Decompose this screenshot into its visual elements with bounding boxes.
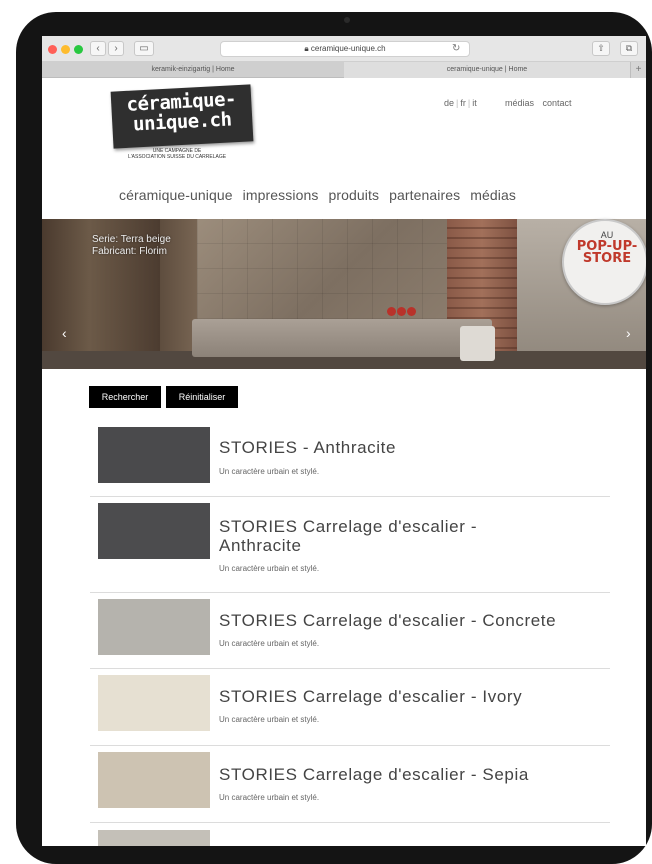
hero-caption: Serie: Terra beige Fabricant: Florim (92, 234, 171, 257)
search-button[interactable]: Rechercher (89, 386, 161, 408)
product-title[interactable]: STORIES Carrelage d'escalier - Anthracit… (219, 517, 477, 555)
nav-produits[interactable]: produits (328, 187, 379, 203)
browser-tab-bar: keramik-einzigartig | Home ceramique-uni… (42, 62, 646, 78)
product-description: Un caractère urbain et stylé. (219, 715, 320, 724)
product-title[interactable]: STORIES Carrelage d'escalier - Ivory (219, 687, 522, 706)
reset-button[interactable]: Réinitialiser (166, 386, 238, 408)
slider-prev-icon[interactable]: ‹ (62, 325, 67, 341)
site-logo[interactable]: céramique- unique.ch (110, 84, 254, 149)
top-links: médias contact (499, 98, 572, 108)
product-swatch[interactable] (98, 599, 210, 655)
product-description: Un caractère urbain et stylé. (219, 467, 320, 476)
popup-store-badge[interactable]: AU POP-UP- STORE (562, 219, 646, 305)
product-item[interactable]: STORIES - Anthracite Un caractère urbain… (90, 421, 610, 497)
tabs-overview-icon[interactable]: ⧉ (620, 41, 638, 56)
address-text: ceramique-unique.ch (310, 44, 386, 53)
product-swatch[interactable] (98, 675, 210, 731)
nav-ceramique-unique[interactable]: céramique-unique (119, 187, 233, 203)
logo-subtitle: UNE CAMPAGNE DE L'ASSOCIATION SUISSE DU … (127, 148, 227, 160)
lock-icon: 🔒︎ (304, 44, 309, 53)
lang-fr[interactable]: fr (460, 98, 466, 108)
product-title[interactable]: STORIES - Anthracite (219, 438, 396, 457)
hero-sink (192, 319, 492, 357)
sidebar-toggle-button[interactable]: ▭ (134, 41, 154, 56)
product-item[interactable]: STORIES Carrelage d'escalier - Concrete … (90, 593, 610, 669)
product-item[interactable]: STORIES Carrelage d'escalier - Ivory Un … (90, 669, 610, 746)
camera-icon (344, 17, 350, 23)
browser-tab-active[interactable]: ceramique-unique | Home (344, 62, 630, 78)
address-bar[interactable]: 🔒︎ ceramique-unique.ch (220, 41, 470, 57)
nav-partenaires[interactable]: partenaires (389, 187, 460, 203)
logo-text: céramique- unique.ch (126, 88, 237, 136)
lang-de[interactable]: de (444, 98, 454, 108)
product-description: Un caractère urbain et stylé. (219, 639, 320, 648)
product-title[interactable]: STORIES Carrelage d'escalier - Sepia (219, 765, 529, 784)
tablet-screen: ‹ › ▭ 🔒︎ ceramique-unique.ch ↻ ⇧ ⧉ keram… (42, 36, 646, 846)
product-swatch[interactable] (98, 752, 210, 808)
product-item[interactable]: STORIES Carrelage d'escalier - Sepia Un … (90, 746, 610, 823)
main-navigation: céramique-unique impressions produits pa… (119, 187, 522, 203)
maximize-window-icon[interactable] (74, 45, 83, 54)
close-window-icon[interactable] (48, 45, 57, 54)
hero-apples (387, 307, 417, 317)
new-tab-button[interactable]: + (630, 62, 646, 78)
product-title[interactable]: STORIES Carrelage d'escalier - Concrete (219, 611, 556, 630)
reload-icon[interactable]: ↻ (452, 41, 460, 57)
browser-toolbar: ‹ › ▭ 🔒︎ ceramique-unique.ch ↻ ⇧ ⧉ (42, 36, 646, 62)
slider-next-icon[interactable]: › (626, 325, 631, 341)
product-description: Un caractère urbain et stylé. (219, 564, 320, 573)
top-link-medias[interactable]: médias (505, 98, 534, 108)
nav-medias[interactable]: médias (470, 187, 516, 203)
product-swatch[interactable] (98, 427, 210, 483)
product-swatch[interactable] (98, 503, 210, 559)
forward-button[interactable]: › (108, 41, 124, 56)
product-description: Un caractère urbain et stylé. (219, 793, 320, 802)
minimize-window-icon[interactable] (61, 45, 70, 54)
language-switcher: de | fr | it (444, 98, 477, 108)
top-link-contact[interactable]: contact (543, 98, 572, 108)
product-item[interactable]: STORIES Carrelage d'escalier - Anthracit… (90, 497, 610, 593)
product-swatch-partial[interactable] (98, 830, 210, 846)
lang-it[interactable]: it (472, 98, 477, 108)
share-icon[interactable]: ⇧ (592, 41, 610, 56)
nav-impressions[interactable]: impressions (243, 187, 319, 203)
browser-tab[interactable]: keramik-einzigartig | Home (42, 62, 344, 78)
back-button[interactable]: ‹ (90, 41, 106, 56)
